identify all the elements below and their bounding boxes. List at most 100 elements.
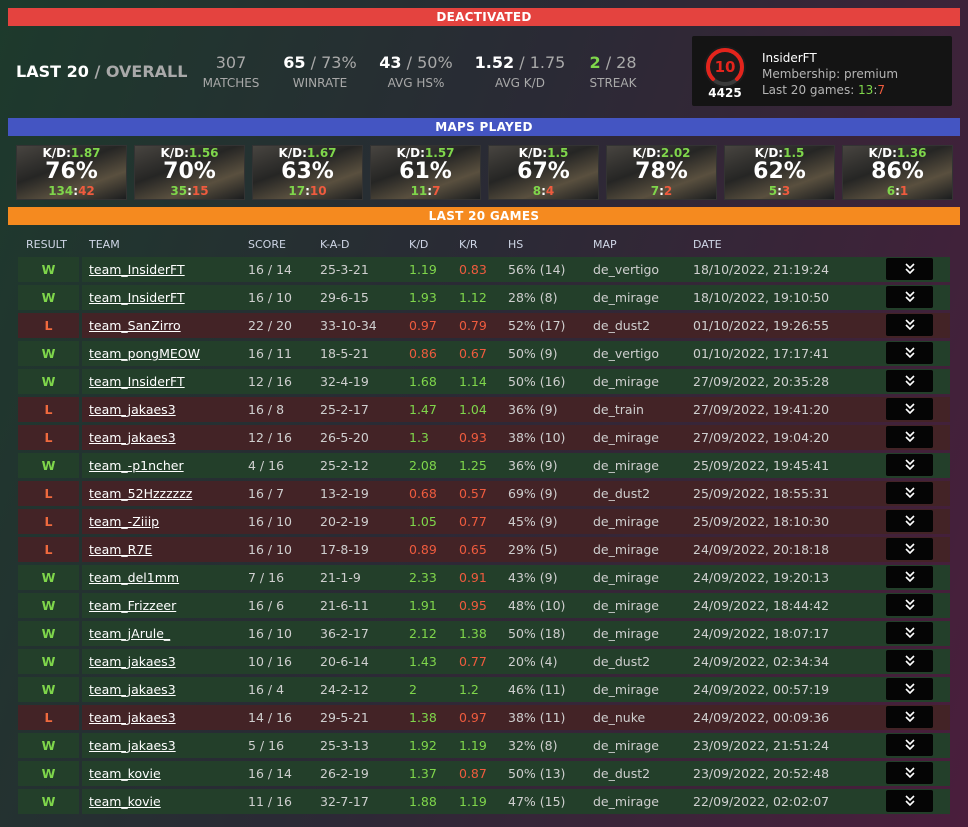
stat-matches-label: MATCHES bbox=[202, 76, 260, 90]
expand-match-button[interactable] bbox=[886, 286, 933, 308]
hs-cell: 46% (11) bbox=[501, 677, 587, 702]
result-cell: W bbox=[18, 369, 79, 394]
team-link[interactable]: team_jakaes3 bbox=[82, 425, 243, 450]
expand-match-button[interactable] bbox=[886, 790, 933, 812]
table-row: Wteam_Frizzeer 16 / 6 21-6-11 1.91 0.95 48% (… bbox=[8, 591, 960, 619]
expand-match-button[interactable] bbox=[886, 510, 933, 532]
expand-match-button[interactable] bbox=[886, 734, 933, 756]
expand-match-button[interactable] bbox=[886, 622, 933, 644]
hs-cell: 56% (14) bbox=[501, 257, 587, 282]
kd-cell: 1.19 bbox=[402, 257, 453, 282]
period-last20[interactable]: LAST 20 bbox=[16, 62, 89, 81]
map-kd: K/D:1.56 bbox=[135, 146, 244, 160]
table-row: Lteam_-Ziiip 16 / 10 20-2-19 1.05 0.77 45% (9… bbox=[8, 507, 960, 535]
expand-match-button[interactable] bbox=[886, 706, 933, 728]
profile-card[interactable]: 10 4425 InsiderFT Membership: premium La… bbox=[692, 36, 952, 106]
team-link[interactable]: team_jakaes3 bbox=[82, 705, 243, 730]
map-cell: de_mirage bbox=[586, 621, 687, 646]
double-chevron-down-icon bbox=[904, 655, 915, 667]
expand-match-button[interactable] bbox=[886, 762, 933, 784]
last20-wins: 13 bbox=[858, 83, 874, 97]
team-link[interactable]: team_jArule_ bbox=[82, 621, 243, 646]
map-record: 134:42 bbox=[17, 184, 126, 198]
map-winrate: 78% bbox=[635, 159, 688, 184]
map-cell: de_mirage bbox=[586, 593, 687, 618]
map-wins: 5 bbox=[768, 184, 778, 198]
team-link[interactable]: team_Frizzeer bbox=[82, 593, 243, 618]
expand-match-button[interactable] bbox=[886, 342, 933, 364]
map-card[interactable]: K/D:1.67 63% 17:10 bbox=[252, 145, 363, 200]
table-row: Lteam_jakaes3 14 / 16 29-5-21 1.38 0.97 38% (… bbox=[8, 703, 960, 731]
kr-cell: 0.67 bbox=[452, 341, 502, 366]
level-badge-icon: 10 bbox=[702, 44, 748, 90]
map-winrate: 63% bbox=[281, 159, 334, 184]
kr-cell: 0.87 bbox=[452, 761, 502, 786]
map-cell: de_dust2 bbox=[586, 761, 687, 786]
map-cell: de_mirage bbox=[586, 733, 687, 758]
hs-cell: 38% (10) bbox=[501, 425, 587, 450]
map-kd: K/D:1.87 bbox=[17, 146, 126, 160]
team-link[interactable]: team_jakaes3 bbox=[82, 677, 243, 702]
stat-winrate: 65 / 73% WINRATE bbox=[282, 53, 358, 90]
team-link[interactable]: team_-p1ncher bbox=[82, 453, 243, 478]
expand-match-button[interactable] bbox=[886, 454, 933, 476]
map-card[interactable]: K/D:1.5 62% 5:3 bbox=[724, 145, 835, 200]
map-cell: de_dust2 bbox=[586, 649, 687, 674]
expand-match-button[interactable] bbox=[886, 650, 933, 672]
team-link[interactable]: team_52Hzzzzzz bbox=[82, 481, 243, 506]
kr-cell: 1.38 bbox=[452, 621, 502, 646]
result-cell: W bbox=[18, 649, 79, 674]
double-chevron-down-icon bbox=[904, 375, 915, 387]
expand-match-button[interactable] bbox=[886, 314, 933, 336]
team-link[interactable]: team_pongMEOW bbox=[82, 341, 243, 366]
expand-match-button[interactable] bbox=[886, 538, 933, 560]
team-link[interactable]: team_R7E bbox=[82, 537, 243, 562]
map-card[interactable]: K/D:2.02 78% 7:2 bbox=[606, 145, 717, 200]
score-cell: 16 / 10 bbox=[241, 621, 315, 646]
map-card[interactable]: K/D:1.87 76% 134:42 bbox=[16, 145, 127, 200]
stat-streak-overall: / 28 bbox=[600, 53, 637, 72]
team-link[interactable]: team_kovie bbox=[82, 789, 243, 814]
double-chevron-down-icon bbox=[904, 683, 915, 695]
team-link[interactable]: team_InsiderFT bbox=[82, 257, 243, 282]
expand-match-button[interactable] bbox=[886, 370, 933, 392]
team-link[interactable]: team_SanZirro bbox=[82, 313, 243, 338]
stat-kd-value: 1.52 bbox=[474, 53, 515, 72]
team-link[interactable]: team_kovie bbox=[82, 761, 243, 786]
team-link[interactable]: team_-Ziiip bbox=[82, 509, 243, 534]
expand-match-button[interactable] bbox=[886, 398, 933, 420]
date-cell: 24/09/2022, 00:57:19 bbox=[686, 677, 881, 702]
expand-match-button[interactable] bbox=[886, 426, 933, 448]
period-overall[interactable]: / OVERALL bbox=[94, 62, 187, 81]
deactivated-banner: DEACTIVATED bbox=[8, 8, 960, 26]
result-cell: W bbox=[18, 341, 79, 366]
stat-kd: 1.52 / 1.75 AVG K/D bbox=[474, 53, 566, 90]
map-card[interactable]: K/D:1.57 61% 11:7 bbox=[370, 145, 481, 200]
team-link[interactable]: team_jakaes3 bbox=[82, 649, 243, 674]
expand-match-button[interactable] bbox=[886, 482, 933, 504]
team-link[interactable]: team_InsiderFT bbox=[82, 369, 243, 394]
hs-cell: 38% (11) bbox=[501, 705, 587, 730]
map-card[interactable]: K/D:1.56 70% 35:15 bbox=[134, 145, 245, 200]
score-cell: 11 / 16 bbox=[241, 789, 315, 814]
stats-period-toggle[interactable]: LAST 20 / OVERALL bbox=[16, 62, 187, 81]
expand-match-button[interactable] bbox=[886, 566, 933, 588]
team-link[interactable]: team_jakaes3 bbox=[82, 397, 243, 422]
map-kd-label: K/D: bbox=[278, 146, 307, 160]
team-link[interactable]: team_del1mm bbox=[82, 565, 243, 590]
team-link[interactable]: team_InsiderFT bbox=[82, 285, 243, 310]
double-chevron-down-icon bbox=[904, 459, 915, 471]
player-name[interactable]: InsiderFT bbox=[762, 50, 898, 66]
kd-cell: 1.3 bbox=[402, 425, 453, 450]
map-card[interactable]: K/D:1.36 86% 6:1 bbox=[842, 145, 953, 200]
map-kd-label: K/D: bbox=[632, 146, 661, 160]
kad-cell: 36-2-17 bbox=[313, 621, 403, 646]
expand-match-button[interactable] bbox=[886, 678, 933, 700]
stat-kd-overall: / 1.75 bbox=[514, 53, 566, 72]
result-cell: W bbox=[18, 285, 79, 310]
expand-match-button[interactable] bbox=[886, 258, 933, 280]
map-losses: 4 bbox=[545, 184, 555, 198]
map-card[interactable]: K/D:1.5 67% 8:4 bbox=[488, 145, 599, 200]
team-link[interactable]: team_jakaes3 bbox=[82, 733, 243, 758]
expand-match-button[interactable] bbox=[886, 594, 933, 616]
